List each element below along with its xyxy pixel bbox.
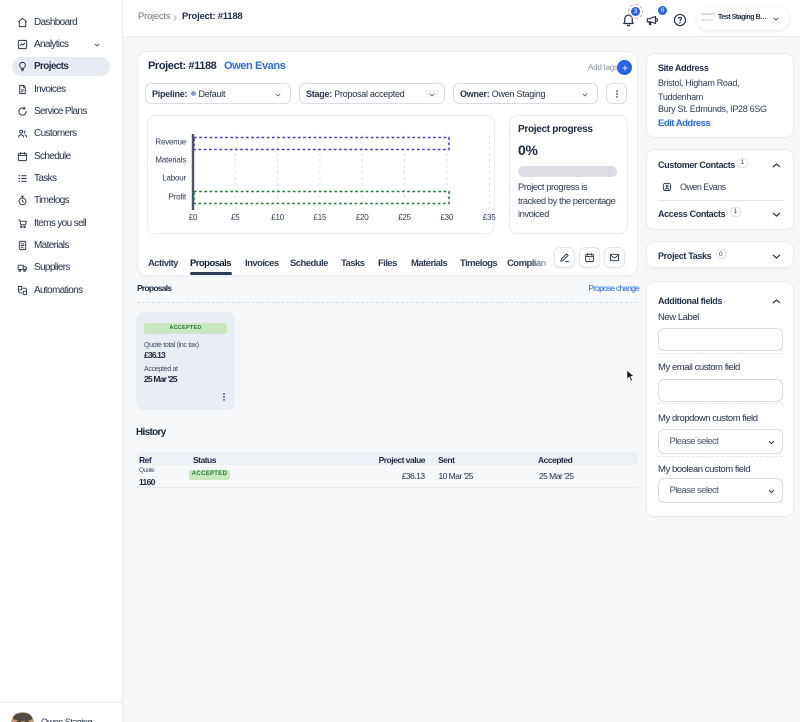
- svg-text:Labour: Labour: [162, 174, 186, 183]
- svg-text:£15: £15: [314, 213, 327, 222]
- svg-text:Materials: Materials: [155, 156, 186, 165]
- svg-text:£0: £0: [189, 213, 198, 222]
- svg-text:£10: £10: [271, 213, 284, 222]
- svg-text:£35: £35: [483, 213, 496, 222]
- svg-text:£25: £25: [398, 213, 411, 222]
- svg-text:£30: £30: [440, 213, 453, 222]
- svg-text:Revenue: Revenue: [155, 138, 186, 147]
- svg-text:Profit: Profit: [169, 193, 187, 202]
- svg-text:£5: £5: [231, 213, 240, 222]
- svg-text:£20: £20: [356, 213, 369, 222]
